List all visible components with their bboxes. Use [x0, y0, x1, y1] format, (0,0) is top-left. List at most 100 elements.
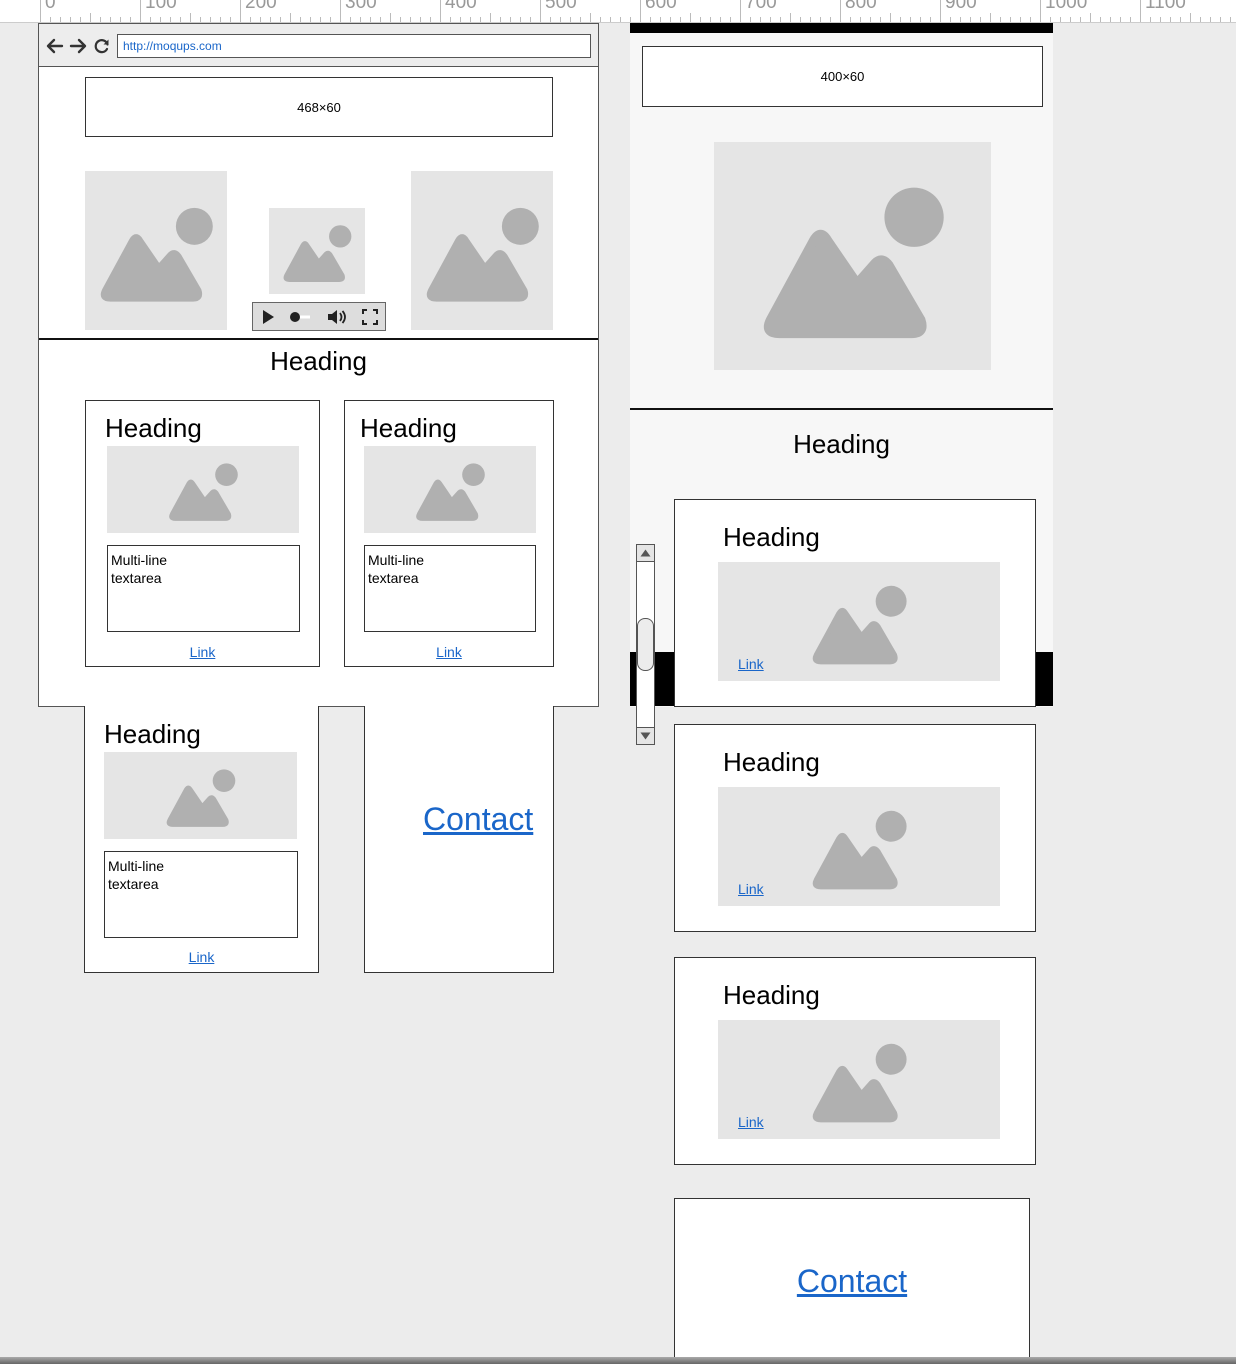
ruler-tick: [930, 17, 931, 22]
mobile-card: Heading Link: [674, 724, 1036, 932]
ruler-tick: [880, 17, 881, 22]
ruler-tick: [1080, 17, 1081, 22]
ruler-tick: [260, 17, 261, 22]
arrow-right-icon[interactable]: [68, 36, 88, 56]
ruler-tick: [910, 17, 911, 22]
ruler-tick: [270, 17, 271, 22]
ruler-tick: [1120, 17, 1121, 22]
ruler-tick: [840, 0, 841, 22]
desktop-browser-frame: http://moqups.com 468×60 Heading Heading: [38, 23, 599, 707]
ruler-tick: [640, 0, 641, 22]
ruler-tick: [740, 0, 741, 22]
ruler-tick: [1050, 17, 1051, 22]
contact-link[interactable]: Contact: [423, 801, 533, 837]
ruler-tick: [90, 13, 91, 22]
ruler-tick: [510, 17, 511, 22]
vertical-scrollbar[interactable]: [636, 544, 655, 745]
ruler-label: 100: [145, 0, 177, 13]
image-placeholder-left: [85, 171, 227, 330]
ruler-tick: [250, 17, 251, 22]
ruler-tick: [860, 17, 861, 22]
ruler-tick: [1150, 17, 1151, 22]
contact-link[interactable]: Contact: [797, 1263, 907, 1299]
section-divider: [39, 338, 598, 340]
scroll-down-arrow-icon[interactable]: [637, 727, 654, 744]
mobile-contact-card: Contact: [674, 1198, 1030, 1364]
ruler-tick: [1110, 17, 1111, 22]
ruler-label: 900: [945, 0, 977, 13]
ruler-tick: [610, 17, 611, 22]
ruler-tick: [230, 17, 231, 22]
volume-icon[interactable]: [327, 308, 347, 326]
mobile-card: Heading Link: [674, 957, 1036, 1165]
fullscreen-icon[interactable]: [361, 308, 378, 325]
arrow-left-icon[interactable]: [45, 36, 65, 56]
card-link[interactable]: Link: [738, 656, 764, 672]
card-link[interactable]: Link: [189, 949, 215, 965]
card-textarea[interactable]: Multi-line textarea: [107, 545, 300, 632]
status-bar: [630, 23, 1053, 33]
ruler-tick: [810, 17, 811, 22]
ruler-tick: [1070, 17, 1071, 22]
card-heading: Heading: [723, 522, 820, 552]
ruler-tick: [1170, 17, 1171, 22]
card-link[interactable]: Link: [436, 644, 462, 660]
ruler-tick: [60, 17, 61, 22]
mobile-card: Heading Link: [674, 499, 1036, 707]
ruler-label: 800: [845, 0, 877, 13]
ruler-tick: [970, 17, 971, 22]
ruler-tick: [540, 0, 541, 22]
ruler-tick: [460, 17, 461, 22]
ruler-tick: [1060, 17, 1061, 22]
image-placeholder-icon: [714, 142, 991, 370]
card-link[interactable]: Link: [738, 881, 764, 897]
ruler-tick: [590, 13, 591, 22]
content-card: Heading Multi-line textarea Link: [85, 400, 320, 667]
ruler-tick: [300, 17, 301, 22]
ruler-tick: [700, 17, 701, 22]
play-icon[interactable]: [261, 309, 275, 325]
scroll-up-arrow-icon[interactable]: [637, 545, 654, 562]
ruler-tick: [350, 17, 351, 22]
ruler-tick: [1190, 13, 1191, 22]
ruler-tick: [50, 17, 51, 22]
card-link[interactable]: Link: [738, 1114, 764, 1130]
top-ruler: 0 100 200 300 400 500 600 700 800 900 1000 1100: [0, 0, 1236, 23]
reload-icon[interactable]: [92, 36, 112, 56]
content-card-overflow: Heading Multi-line textarea Link: [84, 706, 319, 973]
ruler-tick: [1040, 0, 1041, 22]
ruler-tick: [80, 17, 81, 22]
image-placeholder-icon: [104, 752, 297, 839]
card-heading: Heading: [360, 413, 457, 443]
card-link[interactable]: Link: [190, 644, 216, 660]
card-textarea[interactable]: Multi-line textarea: [104, 851, 298, 938]
ad-banner-468x60: 468×60: [85, 77, 553, 137]
ruler-tick: [110, 17, 111, 22]
ruler-label: 300: [345, 0, 377, 13]
ruler-tick: [830, 17, 831, 22]
card-textarea[interactable]: Multi-line textarea: [364, 545, 536, 632]
ruler-tick: [190, 13, 191, 22]
card-heading: Heading: [723, 980, 820, 1010]
ruler-tick: [290, 13, 291, 22]
ruler-tick: [310, 17, 311, 22]
image-placeholder-right: [411, 171, 553, 330]
ruler-tick: [1020, 17, 1021, 22]
video-placeholder: [269, 208, 365, 294]
ad-banner-400x60: 400×60: [642, 46, 1043, 107]
ruler-tick: [580, 17, 581, 22]
ruler-tick: [560, 17, 561, 22]
section-divider: [630, 408, 1053, 410]
ruler-tick: [600, 17, 601, 22]
ruler-tick: [440, 0, 441, 22]
ruler-tick: [480, 17, 481, 22]
section-heading: Heading: [793, 429, 890, 459]
progress-slider[interactable]: [289, 311, 312, 323]
image-placeholder-icon: [107, 446, 299, 533]
url-input[interactable]: http://moqups.com: [117, 34, 591, 58]
scroll-thumb[interactable]: [637, 618, 654, 671]
browser-toolbar: http://moqups.com: [39, 24, 598, 67]
ruler-tick: [400, 17, 401, 22]
ruler-tick: [420, 17, 421, 22]
ruler-tick: [40, 0, 41, 22]
